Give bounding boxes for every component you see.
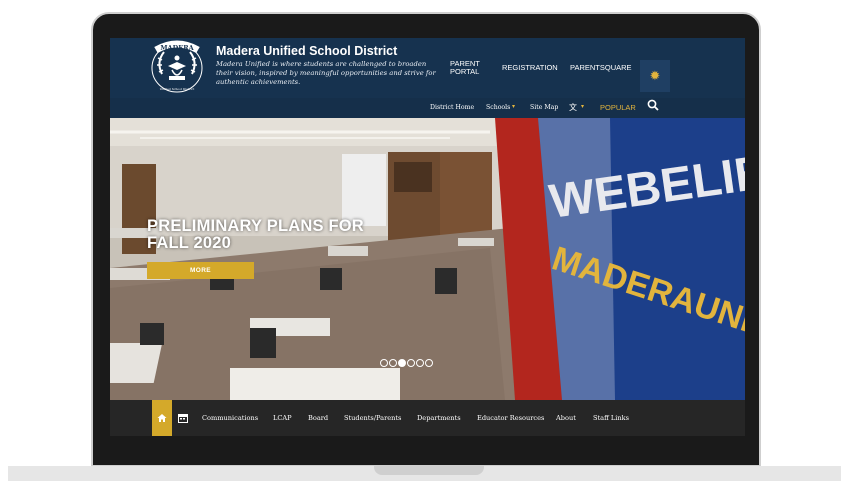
district-logo[interactable]: MADERA Unified School District bbox=[148, 40, 206, 94]
chevron-down-icon: ▾ bbox=[512, 103, 516, 110]
laptop-notch bbox=[374, 466, 484, 475]
nav-parent-portal[interactable]: PARENT PORTAL bbox=[450, 38, 480, 98]
slide-dot-active[interactable] bbox=[398, 359, 406, 367]
slide-dot[interactable] bbox=[389, 359, 397, 367]
slide-title-line-2: FALL 2020 bbox=[147, 234, 232, 252]
calendar-icon[interactable] bbox=[178, 413, 188, 423]
nav-communications[interactable]: Communications bbox=[202, 414, 258, 422]
schools-menu[interactable]: Schools bbox=[486, 104, 510, 111]
slide-dot[interactable] bbox=[425, 359, 433, 367]
utility-bar: District Home Schools ▾ Site Map 文 ▾ POP… bbox=[110, 98, 745, 118]
slide-dot[interactable] bbox=[407, 359, 415, 367]
nav-lcap[interactable]: LCAP bbox=[273, 414, 292, 422]
browser-screen: MADERA Unified School District Madera Un… bbox=[110, 38, 745, 436]
home-button[interactable] bbox=[152, 400, 172, 436]
nav-board[interactable]: Board bbox=[308, 414, 328, 422]
svg-text:MADERA: MADERA bbox=[160, 44, 194, 52]
nav-staff-links[interactable]: Staff Links bbox=[593, 414, 629, 422]
nav-registration[interactable]: REGISTRATION bbox=[502, 38, 558, 98]
hero-slideshow: WEBELIEVE MADERAUNIFIED PRELIMINARY PLAN… bbox=[110, 118, 745, 400]
nav-students-parents[interactable]: Students/Parents bbox=[344, 414, 401, 422]
district-home-link[interactable]: District Home bbox=[430, 104, 474, 111]
nav-about[interactable]: About bbox=[556, 414, 576, 422]
main-nav: Communications LCAP Board Students/Paren… bbox=[110, 400, 745, 436]
nav-parentsquare[interactable]: PARENTSQUARE bbox=[570, 38, 632, 98]
translate-chevron-icon: ▾ bbox=[581, 103, 585, 110]
search-icon[interactable] bbox=[647, 99, 659, 113]
parent-portal-label-2: PORTAL bbox=[450, 67, 480, 76]
site-header: MADERA Unified School District Madera Un… bbox=[110, 38, 745, 98]
site-title[interactable]: Madera Unified School District bbox=[216, 44, 397, 58]
gear-icon: ✹ bbox=[649, 68, 661, 83]
slide-title-line-1: PRELIMINARY PLANS FOR bbox=[147, 217, 364, 235]
slide-dot[interactable] bbox=[380, 359, 388, 367]
site-map-link[interactable]: Site Map bbox=[530, 104, 558, 111]
svg-text:Unified School District: Unified School District bbox=[160, 87, 195, 91]
site-tagline: Madera Unified is where students are cha… bbox=[216, 60, 436, 86]
home-icon bbox=[157, 414, 167, 422]
slide-pager bbox=[380, 359, 433, 367]
classroom-photo: WEBELIEVE MADERAUNIFIED bbox=[110, 118, 745, 400]
translate-icon[interactable]: 文 bbox=[569, 102, 577, 113]
slide-title: PRELIMINARY PLANS FOR FALL 2020 bbox=[147, 218, 364, 252]
nav-departments[interactable]: Departments bbox=[417, 414, 461, 422]
nav-educator-resources[interactable]: Educator Resources bbox=[477, 414, 544, 422]
settings-button[interactable]: ✹ bbox=[640, 60, 670, 92]
more-button[interactable]: MORE bbox=[147, 262, 254, 279]
slide-dot[interactable] bbox=[416, 359, 424, 367]
popular-menu[interactable]: POPULAR bbox=[600, 103, 636, 112]
